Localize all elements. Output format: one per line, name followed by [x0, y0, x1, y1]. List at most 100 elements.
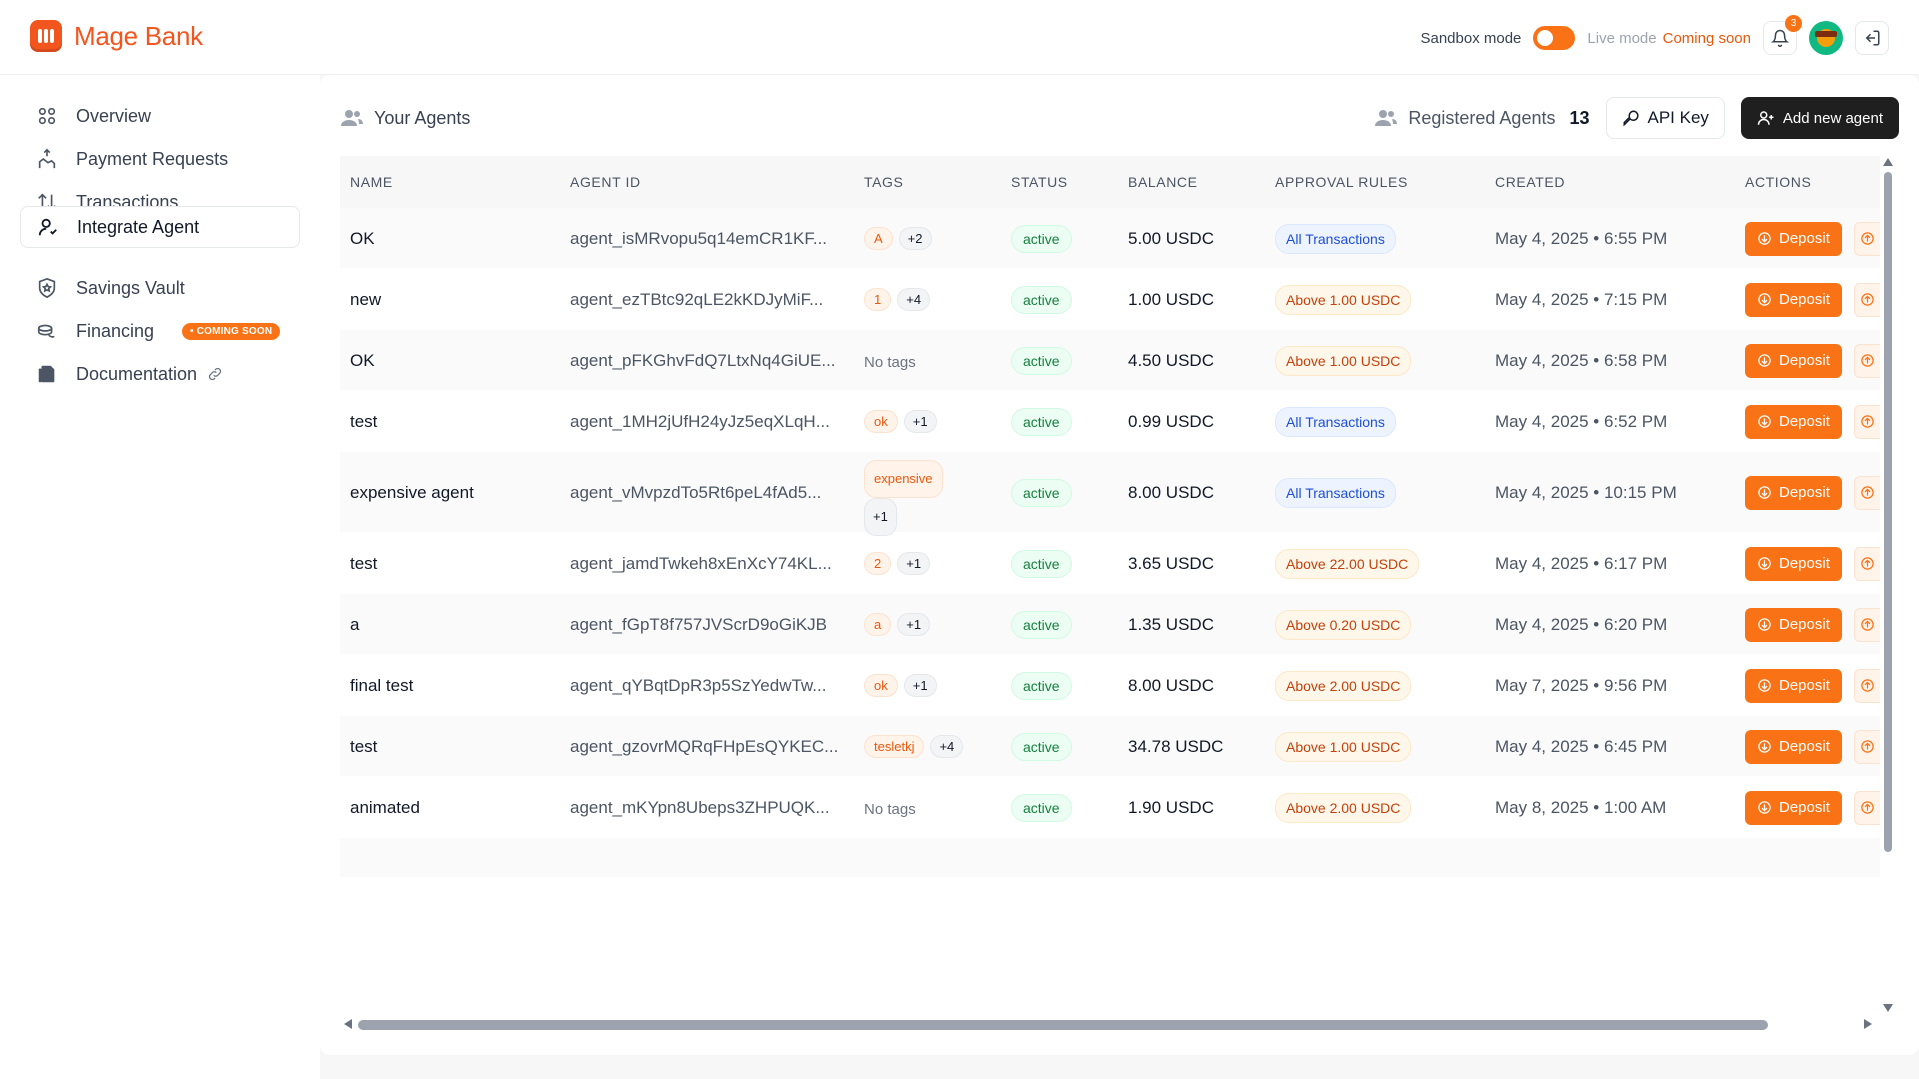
- withdraw-button[interactable]: [1854, 475, 1880, 510]
- arrow-up-circle-icon: [1861, 618, 1874, 631]
- sidebar-item-savings-vault[interactable]: Savings Vault: [20, 267, 300, 309]
- separator-dot: •: [1588, 553, 1604, 573]
- created-date-value: May 8, 2025: [1495, 797, 1589, 817]
- deposit-button[interactable]: Deposit: [1745, 546, 1842, 581]
- agent-name: new: [350, 289, 382, 309]
- withdraw-button[interactable]: [1854, 729, 1880, 764]
- deposit-button[interactable]: Deposit: [1745, 221, 1842, 256]
- agents-panel: Your Agents Registered Agents 13 API Key…: [320, 75, 1919, 1055]
- table-row[interactable]: test agent_1MH2jUfH24yJz5eqXLqH... ok +1 act…: [340, 391, 1880, 452]
- tag-badge[interactable]: A: [864, 226, 893, 250]
- column-header-created[interactable]: CREATED: [1495, 174, 1565, 190]
- deposit-button[interactable]: Deposit: [1745, 668, 1842, 703]
- tag-badge[interactable]: expensive: [864, 460, 943, 498]
- deposit-button[interactable]: Deposit: [1745, 729, 1842, 764]
- deposit-button[interactable]: Deposit: [1745, 404, 1842, 439]
- tag-badge[interactable]: ok: [864, 409, 898, 433]
- tag-badge[interactable]: 1: [864, 287, 892, 311]
- withdraw-button[interactable]: [1854, 343, 1880, 378]
- withdraw-button[interactable]: [1854, 282, 1880, 317]
- agent-id[interactable]: agent_qYBqtDpR3p5SzYedwTw...: [570, 676, 826, 696]
- sidebar-item-label: Documentation: [76, 363, 198, 384]
- more-tags-badge[interactable]: +1: [903, 673, 937, 697]
- column-header-actions[interactable]: ACTIONS: [1745, 174, 1811, 190]
- user-avatar[interactable]: [1809, 21, 1843, 55]
- sidebar-item-documentation[interactable]: Documentation: [20, 353, 300, 395]
- agent-id[interactable]: agent_isMRvopu5q14emCR1KF...: [570, 229, 827, 249]
- more-tags-badge[interactable]: +1: [864, 498, 897, 536]
- more-tags-badge[interactable]: +2: [898, 226, 932, 250]
- add-new-agent-button[interactable]: Add new agent: [1740, 97, 1899, 139]
- agent-id[interactable]: agent_1MH2jUfH24yJz5eqXLqH...: [570, 412, 830, 432]
- withdraw-button[interactable]: [1854, 404, 1880, 439]
- agent-id[interactable]: agent_gzovrMQRqFHpEsQYKEC...: [570, 737, 838, 757]
- agent-id[interactable]: agent_fGpT8f757JVScrD9oGiKJB: [570, 615, 827, 635]
- table-row[interactable]: test agent_gzovrMQRqFHpEsQYKEC... tesletkj…: [340, 716, 1880, 777]
- column-header-name[interactable]: NAME: [350, 174, 393, 190]
- tag-badge[interactable]: ok: [864, 673, 898, 697]
- table-row[interactable]: a agent_fGpT8f757JVScrD9oGiKJB a +1 active 1.…: [340, 594, 1880, 655]
- arrow-up-circle-icon: [1861, 293, 1874, 306]
- agent-id[interactable]: agent_mKYpn8Ubeps3ZHPUQK...: [570, 798, 830, 818]
- tag-badge[interactable]: 2: [864, 551, 892, 575]
- sidebar-item-overview[interactable]: Overview: [20, 95, 300, 137]
- agent-id[interactable]: agent_vMvpzdTo5Rt6peL4fAd5...: [570, 483, 821, 503]
- deposit-button[interactable]: Deposit: [1745, 790, 1842, 825]
- withdraw-button[interactable]: [1854, 790, 1880, 825]
- app-logo[interactable]: Mage Bank: [30, 20, 203, 52]
- column-header-balance[interactable]: BALANCE: [1128, 174, 1198, 190]
- sidebar-item-financing[interactable]: Financing • COMING SOON: [20, 310, 300, 352]
- sidebar: Overview Payment Requests Transactions I…: [0, 75, 320, 1079]
- horizontal-scroll-thumb[interactable]: [358, 1020, 1768, 1030]
- agent-id[interactable]: agent_jamdTwkeh8xEnXcY74KL...: [570, 554, 832, 574]
- notification-count-badge: 3: [1785, 15, 1802, 32]
- vertical-scrollbar[interactable]: [1881, 156, 1895, 1016]
- horizontal-scrollbar[interactable]: [340, 1016, 1880, 1032]
- tag-badge[interactable]: a: [864, 612, 892, 636]
- more-tags-badge[interactable]: +4: [930, 734, 964, 758]
- table-row[interactable]: OK agent_pFKGhvFdQ7LtxNq4GiUE... No tags ac…: [340, 330, 1880, 391]
- no-tags-label: No tags: [864, 800, 916, 818]
- agent-name: OK: [350, 350, 375, 370]
- withdraw-button[interactable]: [1854, 668, 1880, 703]
- column-header-tags[interactable]: TAGS: [864, 174, 903, 190]
- table-row[interactable]: test agent_jamdTwkeh8xEnXcY74KL... 2 +1 acti…: [340, 533, 1880, 594]
- withdraw-button[interactable]: [1854, 221, 1880, 256]
- notifications-button[interactable]: 3: [1763, 15, 1802, 55]
- deposit-button[interactable]: Deposit: [1745, 607, 1842, 642]
- more-tags-badge[interactable]: +1: [897, 551, 931, 575]
- balance-value: 1.00 USDC: [1128, 289, 1214, 309]
- agent-id[interactable]: agent_ezTBtc92qLE2kKDJyMiF...: [570, 290, 823, 310]
- api-key-button[interactable]: API Key: [1605, 97, 1725, 139]
- column-header-approval-rules[interactable]: APPROVAL RULES: [1275, 174, 1408, 190]
- deposit-button[interactable]: Deposit: [1745, 343, 1842, 378]
- sidebar-item-integrate-agent[interactable]: Integrate Agent: [20, 206, 300, 248]
- table-row[interactable]: final test agent_qYBqtDpR3p5SzYedwTw... ok…: [340, 655, 1880, 716]
- table-row[interactable]: OK agent_isMRvopu5q14emCR1KF... A +2 active 5…: [340, 208, 1880, 269]
- column-header-agent-id[interactable]: AGENT ID: [570, 174, 641, 190]
- arrow-up-circle-icon: [1861, 679, 1874, 692]
- more-tags-badge[interactable]: +4: [897, 287, 931, 311]
- mode-toggle[interactable]: [1533, 26, 1576, 50]
- deposit-button[interactable]: Deposit: [1745, 475, 1842, 510]
- arrow-down-circle-icon: [1758, 415, 1771, 428]
- withdraw-button[interactable]: [1854, 607, 1880, 642]
- more-tags-badge[interactable]: +1: [903, 409, 937, 433]
- deposit-button[interactable]: Deposit: [1745, 282, 1842, 317]
- table-row[interactable]: expensive agent agent_vMvpzdTo5Rt6peL4fAd…: [340, 452, 1880, 536]
- withdraw-button[interactable]: [1854, 546, 1880, 581]
- tag-badge[interactable]: tesletkj: [864, 734, 925, 758]
- created-date-value: May 4, 2025: [1495, 289, 1589, 309]
- arrow-down-circle-icon: [1758, 354, 1771, 367]
- more-tags-badge[interactable]: +1: [897, 612, 931, 636]
- sidebar-item-payment-requests[interactable]: Payment Requests: [20, 138, 300, 180]
- vertical-scroll-thumb[interactable]: [1884, 172, 1892, 852]
- approval-rule-badge: Above 1.00 USDC: [1275, 284, 1412, 315]
- table-row[interactable]: new agent_ezTBtc92qLE2kKDJyMiF... 1 +4 activ…: [340, 269, 1880, 330]
- table-row[interactable]: animated agent_mKYpn8Ubeps3ZHPUQK... No ta…: [340, 777, 1880, 838]
- column-header-status[interactable]: STATUS: [1011, 174, 1068, 190]
- deposit-label: Deposit: [1779, 555, 1830, 572]
- agent-id[interactable]: agent_pFKGhvFdQ7LtxNq4GiUE...: [570, 351, 836, 371]
- status-badge: active: [1011, 346, 1072, 375]
- logout-button[interactable]: [1855, 21, 1889, 55]
